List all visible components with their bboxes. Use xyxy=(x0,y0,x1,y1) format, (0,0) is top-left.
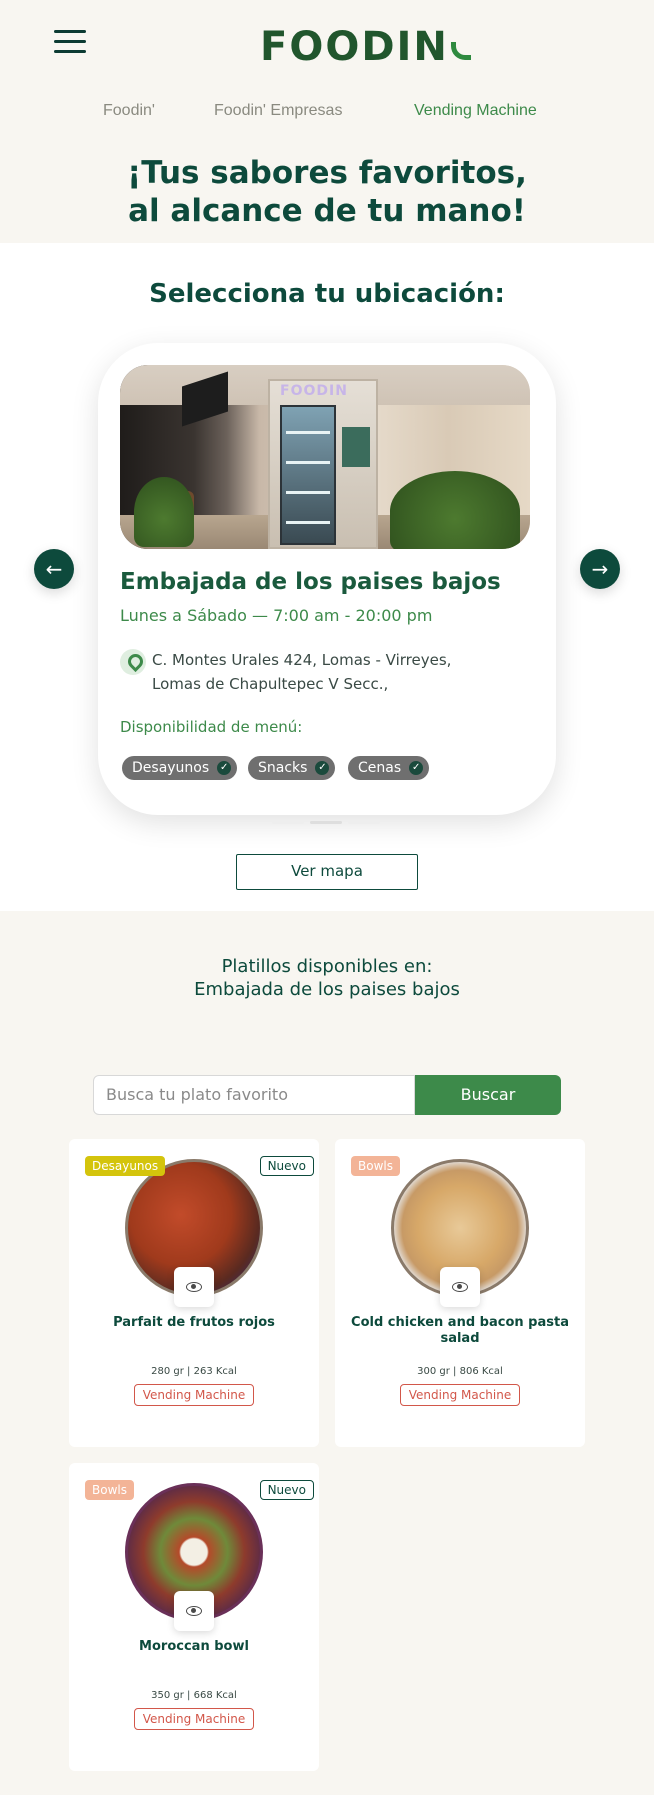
dishes-title: Platillos disponibles en: Embajada de lo… xyxy=(0,955,654,1001)
dish-category-badge: Bowls xyxy=(351,1156,400,1176)
tag-label: Cenas xyxy=(358,760,402,776)
nav-item-foodin[interactable]: Foodin' xyxy=(103,102,155,120)
view-map-button[interactable]: Ver mapa xyxy=(236,854,418,890)
view-dish-button[interactable] xyxy=(174,1267,214,1307)
location-name: Embajada de los paises bajos xyxy=(120,569,501,595)
location-title: Selecciona tu ubicación: xyxy=(149,279,505,309)
carousel-dot-active[interactable] xyxy=(310,821,342,824)
carousel-next-button[interactable]: → xyxy=(580,549,620,589)
tag-label: Snacks xyxy=(258,760,308,776)
dish-card[interactable]: Desayunos Nuevo Parfait de frutos rojos … xyxy=(69,1139,319,1447)
address-line-2: Lomas de Chapultepec V Secc., xyxy=(152,675,389,693)
image-plant xyxy=(390,471,520,549)
image-machine-window xyxy=(280,405,336,545)
tag-snacks: Snacks ✓ xyxy=(248,756,336,780)
location-address: C. Montes Urales 424, Lomas - Virreyes, … xyxy=(152,648,502,696)
hero-title: ¡Tus sabores favoritos, al alcance de tu… xyxy=(0,154,654,230)
logo-mark-icon xyxy=(450,42,471,60)
image-vending-machine: FOODIN xyxy=(268,379,378,549)
view-dish-button[interactable] xyxy=(440,1267,480,1307)
location-image: FOODIN xyxy=(120,365,530,549)
carousel-prev-button[interactable]: ← xyxy=(34,549,74,589)
machine-shelf xyxy=(286,491,330,494)
tag-desayunos: Desayunos ✓ xyxy=(122,756,238,780)
menu-availability-label: Disponibilidad de menú: xyxy=(120,718,303,736)
dish-category-badge: Desayunos xyxy=(85,1156,166,1176)
eye-icon xyxy=(186,1282,202,1292)
machine-shelf xyxy=(286,431,330,434)
hero-line-2: al alcance de tu mano! xyxy=(128,193,526,229)
carousel-dot[interactable] xyxy=(272,821,304,824)
logo-text: FOODIN xyxy=(260,24,449,70)
dishes-title-line-2: Embajada de los paises bajos xyxy=(194,979,460,1000)
search-button[interactable]: Buscar xyxy=(415,1075,561,1115)
dish-location-tag: Vending Machine xyxy=(134,1708,254,1730)
image-machine-panel xyxy=(342,427,370,467)
nav-item-foodin-empresas[interactable]: Foodin' Empresas xyxy=(214,102,342,120)
carousel-dot[interactable] xyxy=(348,821,380,824)
view-dish-button[interactable] xyxy=(174,1591,214,1631)
dish-name: Parfait de frutos rojos xyxy=(113,1315,275,1330)
dish-name: Cold chicken and bacon pasta salad xyxy=(351,1315,569,1346)
machine-shelf xyxy=(286,521,330,524)
dish-card[interactable]: Bowls Cold chicken and bacon pasta salad… xyxy=(335,1139,585,1447)
check-icon: ✓ xyxy=(315,761,330,775)
dishes-section: Platillos disponibles en: Embajada de lo… xyxy=(0,911,654,1795)
hero-line-1: ¡Tus sabores favoritos, xyxy=(127,155,527,191)
location-card[interactable]: FOODIN Embajada de los paises bajos Lune… xyxy=(98,343,556,815)
dish-info: 280 gr | 263 Kcal xyxy=(151,1366,237,1377)
top-nav: Foodin' Foodin' Empresas Vending Machine xyxy=(0,102,654,126)
location-hours: Lunes a Sábado — 7:00 am - 20:00 pm xyxy=(120,606,433,625)
dish-name: Moroccan bowl xyxy=(139,1639,249,1654)
hamburger-menu-icon[interactable] xyxy=(54,30,86,56)
machine-shelf xyxy=(286,461,330,464)
nav-item-vending-machine[interactable]: Vending Machine xyxy=(414,102,537,120)
image-machine-logo: FOODIN xyxy=(280,383,348,399)
logo[interactable]: FOODIN xyxy=(260,24,471,70)
location-section: Selecciona tu ubicación: ← → FOODIN Emba… xyxy=(0,243,654,911)
check-icon: ✓ xyxy=(409,761,424,775)
header: FOODIN Foodin' Foodin' Empresas Vending … xyxy=(0,0,654,243)
dish-info: 350 gr | 668 Kcal xyxy=(151,1690,237,1701)
location-pin-icon xyxy=(120,649,146,675)
tag-cenas: Cenas ✓ xyxy=(348,756,430,780)
dish-new-badge: Nuevo xyxy=(259,1480,314,1500)
search-input[interactable]: Busca tu plato favorito xyxy=(93,1075,415,1115)
image-plant xyxy=(134,477,194,547)
dish-location-tag: Vending Machine xyxy=(400,1384,520,1406)
check-icon: ✓ xyxy=(217,761,232,775)
dish-category-badge: Bowls xyxy=(85,1480,134,1500)
eye-icon xyxy=(186,1606,202,1616)
eye-icon xyxy=(452,1282,468,1292)
dish-location-tag: Vending Machine xyxy=(134,1384,254,1406)
carousel-dots xyxy=(272,821,382,825)
tag-label: Desayunos xyxy=(132,760,210,776)
address-line-1: C. Montes Urales 424, Lomas - Virreyes, xyxy=(152,651,452,669)
dishes-title-line-1: Platillos disponibles en: xyxy=(221,956,433,977)
dish-card[interactable]: Bowls Nuevo Moroccan bowl 350 gr | 668 K… xyxy=(69,1463,319,1771)
dish-new-badge: Nuevo xyxy=(259,1156,314,1176)
dish-info: 300 gr | 806 Kcal xyxy=(417,1366,503,1377)
